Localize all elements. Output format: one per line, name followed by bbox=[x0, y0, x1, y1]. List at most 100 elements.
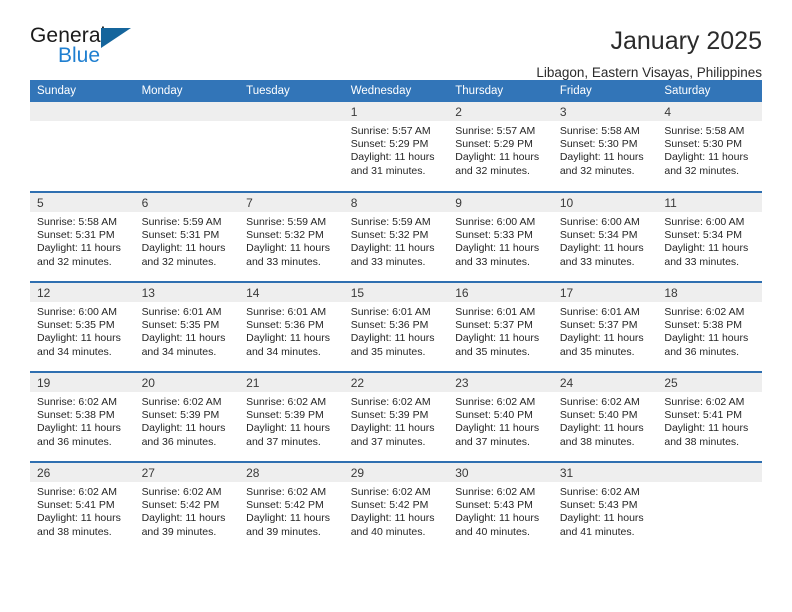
sunset-time: Sunset: 5:34 PM bbox=[559, 229, 638, 242]
calendar-day-cell[interactable]: 6 Sunrise: 5:59 AM Sunset: 5:31 PM Daylight… bbox=[134, 191, 240, 282]
sunset-time: Sunset: 5:34 PM bbox=[664, 229, 743, 242]
calendar-day-cell[interactable]: 17 Sunrise: 6:01 AM Sunset: 5:37 PM Dayligh… bbox=[552, 281, 658, 372]
calendar-day-cell[interactable]: 22 Sunrise: 6:02 AM Sunset: 5:39 PM Dayligh… bbox=[343, 371, 449, 462]
day-details: Sunrise: 6:02 AM Sunset: 5:38 PM Daylight:… bbox=[30, 392, 135, 449]
day-details: Sunrise: 5:59 AM Sunset: 5:31 PM Daylight:… bbox=[135, 212, 240, 269]
day-number: 16 bbox=[448, 283, 553, 302]
day-number: 9 bbox=[448, 193, 553, 212]
sunset-time: Sunset: 5:32 PM bbox=[246, 229, 324, 242]
calendar-day-cell[interactable]: 26 Sunrise: 6:02 AM Sunset: 5:41 PM Dayligh… bbox=[30, 461, 135, 552]
calendar-day-cell[interactable]: 31 Sunrise: 6:02 AM Sunset: 5:43 PM Dayligh… bbox=[552, 461, 658, 552]
generalblue-logo[interactable]: General Blue bbox=[30, 24, 142, 70]
daylight-duration: Daylight: 11 hours and 37 minutes. bbox=[455, 422, 540, 448]
daylight-duration: Daylight: 11 hours and 32 minutes. bbox=[455, 151, 540, 177]
daylight-duration: Daylight: 11 hours and 40 minutes. bbox=[350, 512, 435, 538]
sunset-time: Sunset: 5:39 PM bbox=[350, 409, 429, 422]
day-details: Sunrise: 6:02 AM Sunset: 5:38 PM Daylight:… bbox=[657, 302, 762, 359]
calendar-day-cell[interactable]: 23 Sunrise: 6:02 AM Sunset: 5:40 PM Dayligh… bbox=[448, 371, 553, 462]
calendar-day-cell[interactable]: 8 Sunrise: 5:59 AM Sunset: 5:32 PM Daylight… bbox=[343, 191, 449, 282]
day-number: 29 bbox=[343, 463, 449, 482]
day-details: Sunrise: 6:00 AM Sunset: 5:35 PM Daylight:… bbox=[30, 302, 135, 359]
sunset-time: Sunset: 5:36 PM bbox=[350, 319, 429, 332]
calendar-day-cell[interactable]: 10 Sunrise: 6:00 AM Sunset: 5:34 PM Dayligh… bbox=[552, 191, 658, 282]
calendar-day-cell[interactable]: 18 Sunrise: 6:02 AM Sunset: 5:38 PM Dayligh… bbox=[657, 281, 762, 372]
calendar-week-row: 19 Sunrise: 6:02 AM Sunset: 5:38 PM Dayligh… bbox=[30, 371, 762, 462]
sunrise-time: Sunrise: 6:01 AM bbox=[246, 306, 327, 318]
calendar-day-cell[interactable]: 1 Sunrise: 5:57 AM Sunset: 5:29 PM Daylight… bbox=[343, 102, 449, 192]
calendar-day-cell[interactable]: 12 Sunrise: 6:00 AM Sunset: 5:35 PM Dayligh… bbox=[30, 281, 135, 372]
sunset-time: Sunset: 5:42 PM bbox=[350, 499, 429, 512]
calendar-day-cell[interactable]: 2 Sunrise: 5:57 AM Sunset: 5:29 PM Daylight… bbox=[448, 102, 553, 192]
calendar-day-cell[interactable]: 21 Sunrise: 6:02 AM Sunset: 5:39 PM Dayligh… bbox=[239, 371, 344, 462]
calendar-day-cell[interactable]: 15 Sunrise: 6:01 AM Sunset: 5:36 PM Dayligh… bbox=[343, 281, 449, 372]
calendar-day-cell[interactable]: 25 Sunrise: 6:02 AM Sunset: 5:41 PM Dayligh… bbox=[657, 371, 762, 462]
sunset-time: Sunset: 5:30 PM bbox=[664, 138, 743, 151]
calendar-day-cell[interactable]: 9 Sunrise: 6:00 AM Sunset: 5:33 PM Daylight… bbox=[448, 191, 553, 282]
day-number: 22 bbox=[343, 373, 449, 392]
weekday-header-thursday: Thursday bbox=[448, 80, 553, 102]
day-details: Sunrise: 6:02 AM Sunset: 5:43 PM Daylight:… bbox=[553, 482, 658, 539]
calendar-day-cell[interactable]: 16 Sunrise: 6:01 AM Sunset: 5:37 PM Dayligh… bbox=[448, 281, 553, 372]
weekday-header-sunday: Sunday bbox=[30, 80, 135, 102]
calendar-day-cell[interactable]: 24 Sunrise: 6:02 AM Sunset: 5:40 PM Dayligh… bbox=[552, 371, 658, 462]
calendar-day-cell[interactable]: 4 Sunrise: 5:58 AM Sunset: 5:30 PM Daylight… bbox=[657, 102, 762, 192]
daylight-duration: Daylight: 11 hours and 32 minutes. bbox=[664, 151, 749, 177]
day-number: 26 bbox=[30, 463, 135, 482]
weekday-header-row: Sunday Monday Tuesday Wednesday Thursday… bbox=[30, 80, 762, 102]
calendar-day-cell[interactable]: 3 Sunrise: 5:58 AM Sunset: 5:30 PM Daylight… bbox=[552, 102, 658, 192]
calendar-week-row: 1 Sunrise: 5:57 AM Sunset: 5:29 PM Daylight… bbox=[30, 102, 762, 192]
page-header: General Blue January 2025 Libagon, Easte… bbox=[30, 0, 762, 80]
sunrise-time: Sunrise: 5:59 AM bbox=[350, 216, 431, 228]
daylight-duration: Daylight: 11 hours and 36 minutes. bbox=[37, 422, 121, 448]
day-number: 19 bbox=[30, 373, 135, 392]
calendar-day-cell[interactable]: 7 Sunrise: 5:59 AM Sunset: 5:32 PM Daylight… bbox=[239, 191, 344, 282]
calendar-day-cell[interactable]: 14 Sunrise: 6:01 AM Sunset: 5:36 PM Dayligh… bbox=[239, 281, 344, 372]
logo-text-blue: Blue bbox=[58, 44, 101, 67]
daylight-duration: Daylight: 11 hours and 32 minutes. bbox=[37, 242, 121, 268]
day-details: Sunrise: 6:02 AM Sunset: 5:40 PM Daylight:… bbox=[553, 392, 658, 449]
day-details: Sunrise: 6:01 AM Sunset: 5:37 PM Daylight:… bbox=[448, 302, 553, 359]
daylight-duration: Daylight: 11 hours and 34 minutes. bbox=[141, 332, 226, 358]
sunset-time: Sunset: 5:43 PM bbox=[559, 499, 638, 512]
calendar-day-cell[interactable]: 30 Sunrise: 6:02 AM Sunset: 5:43 PM Dayligh… bbox=[448, 461, 553, 552]
day-number: 20 bbox=[134, 373, 240, 392]
weekday-header-monday: Monday bbox=[134, 80, 240, 102]
day-number: 1 bbox=[343, 102, 449, 121]
calendar-day-cell[interactable]: 19 Sunrise: 6:02 AM Sunset: 5:38 PM Dayligh… bbox=[30, 371, 135, 462]
calendar-day-cell[interactable]: 11 Sunrise: 6:00 AM Sunset: 5:34 PM Dayligh… bbox=[657, 191, 762, 282]
daylight-duration: Daylight: 11 hours and 37 minutes. bbox=[350, 422, 435, 448]
sunset-time: Sunset: 5:41 PM bbox=[37, 499, 115, 512]
sunrise-time: Sunrise: 6:00 AM bbox=[455, 216, 536, 228]
sunrise-sunset-calendar: Sunday Monday Tuesday Wednesday Thursday… bbox=[30, 80, 762, 552]
calendar-day-cell[interactable]: 5 Sunrise: 5:58 AM Sunset: 5:31 PM Daylight… bbox=[30, 191, 135, 282]
day-number: 2 bbox=[448, 102, 553, 121]
calendar-day-cell[interactable]: 28 Sunrise: 6:02 AM Sunset: 5:42 PM Dayligh… bbox=[239, 461, 344, 552]
sunrise-time: Sunrise: 6:02 AM bbox=[246, 396, 327, 408]
day-details: Sunrise: 6:01 AM Sunset: 5:36 PM Daylight:… bbox=[239, 302, 344, 359]
day-details: Sunrise: 6:02 AM Sunset: 5:39 PM Daylight:… bbox=[135, 392, 240, 449]
daylight-duration: Daylight: 11 hours and 33 minutes. bbox=[455, 242, 540, 268]
sunset-time: Sunset: 5:42 PM bbox=[246, 499, 324, 512]
day-details: Sunrise: 6:01 AM Sunset: 5:35 PM Daylight:… bbox=[135, 302, 240, 359]
daylight-duration: Daylight: 11 hours and 33 minutes. bbox=[664, 242, 749, 268]
sunset-time: Sunset: 5:31 PM bbox=[141, 229, 220, 242]
calendar-day-cell[interactable]: 27 Sunrise: 6:02 AM Sunset: 5:42 PM Dayligh… bbox=[134, 461, 240, 552]
day-number bbox=[657, 463, 762, 482]
sunrise-time: Sunrise: 6:01 AM bbox=[141, 306, 222, 318]
sunrise-time: Sunrise: 6:02 AM bbox=[37, 486, 117, 498]
day-details: Sunrise: 6:01 AM Sunset: 5:36 PM Daylight:… bbox=[344, 302, 449, 359]
sunrise-time: Sunrise: 6:02 AM bbox=[141, 486, 222, 498]
day-number: 8 bbox=[343, 193, 449, 212]
calendar-day-cell[interactable]: 29 Sunrise: 6:02 AM Sunset: 5:42 PM Dayligh… bbox=[343, 461, 449, 552]
daylight-duration: Daylight: 11 hours and 32 minutes. bbox=[141, 242, 226, 268]
sunset-time: Sunset: 5:38 PM bbox=[664, 319, 743, 332]
sunrise-time: Sunrise: 6:02 AM bbox=[559, 396, 640, 408]
calendar-day-cell-empty bbox=[239, 102, 344, 192]
calendar-day-cell[interactable]: 13 Sunrise: 6:01 AM Sunset: 5:35 PM Dayligh… bbox=[134, 281, 240, 372]
sunrise-time: Sunrise: 6:02 AM bbox=[455, 396, 536, 408]
sunrise-time: Sunrise: 5:58 AM bbox=[559, 125, 640, 137]
calendar-day-cell[interactable]: 20 Sunrise: 6:02 AM Sunset: 5:39 PM Dayligh… bbox=[134, 371, 240, 462]
calendar-day-cell-empty bbox=[30, 102, 135, 192]
daylight-duration: Daylight: 11 hours and 35 minutes. bbox=[455, 332, 540, 358]
day-number: 17 bbox=[552, 283, 658, 302]
